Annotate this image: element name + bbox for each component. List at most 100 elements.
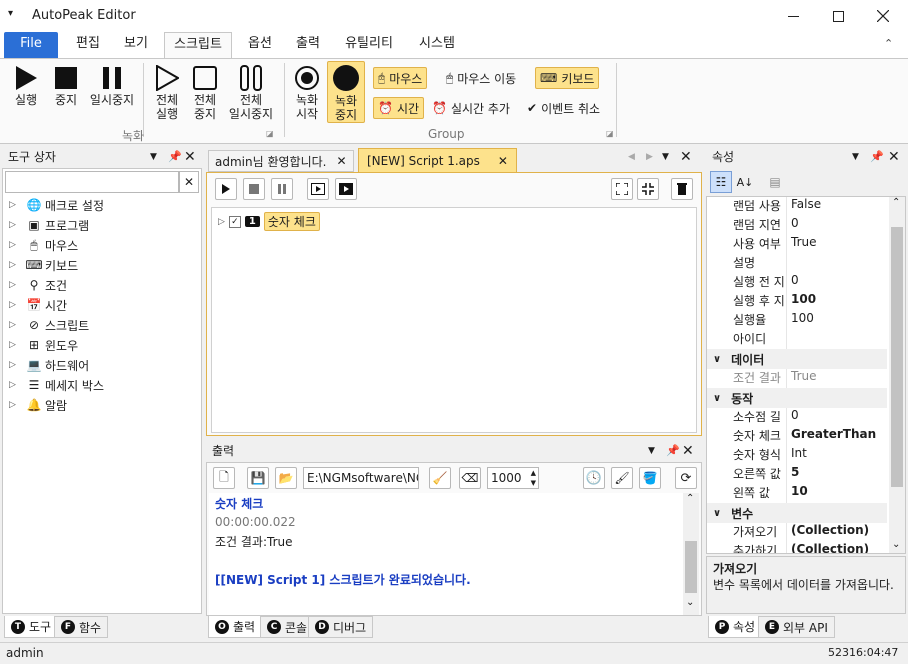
mouse-record-toggle[interactable]: 🖰 마우스 xyxy=(373,67,428,89)
tab-external-api[interactable]: E 외부 API xyxy=(758,616,835,638)
keyboard-record-toggle[interactable]: ⌨ 키보드 xyxy=(535,67,600,89)
event-cancel-toggle[interactable]: ✔ 이벤트 취소 xyxy=(523,97,604,119)
tab-edit[interactable]: 편집 xyxy=(66,32,110,58)
save-output-button[interactable]: 💾 xyxy=(247,467,269,489)
close-button[interactable] xyxy=(860,0,906,32)
mouse-move-toggle[interactable]: 🖱 마우스 이동 xyxy=(442,67,520,89)
output-path-field[interactable]: E:\NGMsoftware\NG xyxy=(303,467,419,489)
tree-item-keyboard[interactable]: ▷ ⌨ 키보드 xyxy=(9,255,78,275)
run-all-button[interactable]: 전체 실행 xyxy=(148,63,186,121)
property-value[interactable]: 5 xyxy=(787,465,799,484)
property-row[interactable]: 오른쪽 값5 xyxy=(707,465,887,484)
dropdown-icon[interactable]: ▼ xyxy=(852,146,859,168)
tree-item-macro-settings[interactable]: ▷ 🌐 매크로 설정 xyxy=(9,195,104,215)
property-value[interactable]: GreaterThan xyxy=(787,427,876,446)
collapse-chevron-icon[interactable]: ∨ xyxy=(713,508,721,519)
tab-system[interactable]: 시스템 xyxy=(410,32,464,58)
pin-icon[interactable]: 📌 xyxy=(870,146,884,168)
tab-output-log[interactable]: O 출력 xyxy=(208,616,263,638)
property-value[interactable] xyxy=(787,254,791,273)
tab-utility[interactable]: 유틸리티 xyxy=(338,32,400,58)
open-folder-button[interactable]: 📂 xyxy=(275,467,297,489)
timestamp-button[interactable]: 🕓 xyxy=(583,467,605,489)
record-stop-button[interactable]: 녹화 중지 xyxy=(327,61,365,123)
property-row[interactable]: 숫자 형식 Int xyxy=(707,446,887,465)
tab-output[interactable]: 출력 xyxy=(286,32,330,58)
delete-button[interactable] xyxy=(671,178,693,200)
tree-item-script[interactable]: ▷ ⊘ 스크립트 xyxy=(9,315,89,335)
color-button[interactable]: 🖌 xyxy=(611,467,633,489)
dialog-launcher-icon-2[interactable]: ◪ xyxy=(606,129,614,138)
property-value[interactable]: 100 xyxy=(787,292,816,311)
tab-view[interactable]: 보기 xyxy=(114,32,158,58)
editor-run-button[interactable] xyxy=(215,178,237,200)
clear-search-button[interactable]: ✕ xyxy=(179,171,199,193)
node-checkbox[interactable]: ✓ xyxy=(228,215,241,228)
maximize-button[interactable] xyxy=(815,0,861,32)
tree-item-hardware[interactable]: ▷ 💻 하드웨어 xyxy=(9,355,89,375)
new-output-button[interactable]: 🗋 xyxy=(213,467,235,489)
categorized-view-icon[interactable]: ☷ xyxy=(710,171,732,193)
fill-button[interactable]: 🪣 xyxy=(639,467,661,489)
editor-run-next-button[interactable] xyxy=(335,178,357,200)
property-category-action[interactable]: ∨ 동작 xyxy=(707,388,887,408)
close-panel-icon[interactable]: ✕ xyxy=(888,146,900,168)
script-node[interactable]: ▷ ✓ 1 숫자 체크 xyxy=(218,212,320,231)
editor-pause-button[interactable] xyxy=(271,178,293,200)
pause-button[interactable]: 일시중지 xyxy=(86,63,138,107)
property-value[interactable]: 0 xyxy=(787,408,799,427)
scroll-down-icon[interactable]: ⌄ xyxy=(892,539,900,550)
property-value[interactable]: 10 xyxy=(787,484,808,503)
property-row[interactable]: 아이디 xyxy=(707,330,887,349)
tree-item-program[interactable]: ▷ ▣ 프로그램 xyxy=(9,215,89,235)
output-scrollbar[interactable]: ⌃ ⌄ xyxy=(683,493,699,615)
collapse-chevron-icon[interactable]: ∨ xyxy=(713,393,721,404)
tab-properties[interactable]: P 속성 xyxy=(708,616,763,638)
property-row[interactable]: 숫자 체크 GreaterThan xyxy=(707,427,887,446)
property-category-variables[interactable]: ∨ 변수 xyxy=(707,503,887,523)
scroll-down-icon[interactable]: ⌄ xyxy=(686,597,694,608)
run-button[interactable]: 실행 xyxy=(8,63,44,107)
property-value[interactable]: True xyxy=(787,235,817,254)
tree-item-window[interactable]: ▷ ⊞ 윈도우 xyxy=(9,335,78,355)
scroll-up-icon[interactable]: ⌃ xyxy=(892,197,900,208)
scroll-right-icon[interactable]: ▶ xyxy=(646,152,653,162)
property-value[interactable]: 0 xyxy=(787,273,799,292)
time-record-toggle[interactable]: ⏰ 시간 xyxy=(373,97,425,119)
close-panel-icon[interactable]: ✕ xyxy=(184,146,196,168)
tab-options[interactable]: 옵션 xyxy=(238,32,282,58)
dropdown-icon[interactable]: ▼ xyxy=(150,146,157,168)
record-start-button[interactable]: 녹화 시작 xyxy=(289,63,325,121)
tree-item-time[interactable]: ▷ 📅 시간 xyxy=(9,295,67,315)
tab-debug[interactable]: D 디버그 xyxy=(308,616,374,638)
property-value[interactable]: 100 xyxy=(787,311,814,330)
property-value[interactable]: (Collection) xyxy=(787,523,869,542)
property-value[interactable]: (Collection) xyxy=(787,542,869,553)
sort-az-icon[interactable]: A↓ xyxy=(734,171,756,193)
system-menu-icon[interactable]: ▾ xyxy=(8,8,13,19)
tree-item-alarm[interactable]: ▷ 🔔 알람 xyxy=(9,395,67,415)
collapse-all-button[interactable] xyxy=(637,178,659,200)
minimize-button[interactable] xyxy=(770,0,816,32)
close-doc-icon[interactable]: ✕ xyxy=(680,149,692,165)
property-row[interactable]: 실행율 100 xyxy=(707,311,887,330)
property-value[interactable] xyxy=(787,330,791,349)
editor-run-box-button[interactable] xyxy=(307,178,329,200)
editor-stop-button[interactable] xyxy=(243,178,265,200)
doc-tab-welcome[interactable]: admin님 환영합니다. ✕ xyxy=(208,150,354,172)
tab-list-icon[interactable]: ▼ xyxy=(662,152,669,162)
refresh-button[interactable]: ⟳ xyxy=(675,467,697,489)
tree-item-mouse[interactable]: ▷ 🖱 마우스 xyxy=(9,235,78,255)
expand-arrow-icon[interactable]: ▷ xyxy=(218,217,225,227)
property-pages-icon[interactable]: ▤ xyxy=(764,171,786,193)
property-row[interactable]: 사용 여부 True xyxy=(707,235,887,254)
tab-file[interactable]: File xyxy=(4,32,58,58)
property-value[interactable]: 0 xyxy=(787,216,799,235)
tab-console[interactable]: C 콘솔 xyxy=(260,616,315,638)
property-row[interactable]: 가져오기 (Collection) xyxy=(707,523,887,542)
collapse-ribbon-icon[interactable]: ⌃ xyxy=(884,37,893,50)
property-row[interactable]: 추가하기 (Collection) xyxy=(707,542,887,553)
scroll-up-icon[interactable]: ⌃ xyxy=(686,493,694,504)
property-category-data[interactable]: ∨ 데이터 xyxy=(707,349,887,369)
scroll-left-icon[interactable]: ◀ xyxy=(628,152,635,162)
